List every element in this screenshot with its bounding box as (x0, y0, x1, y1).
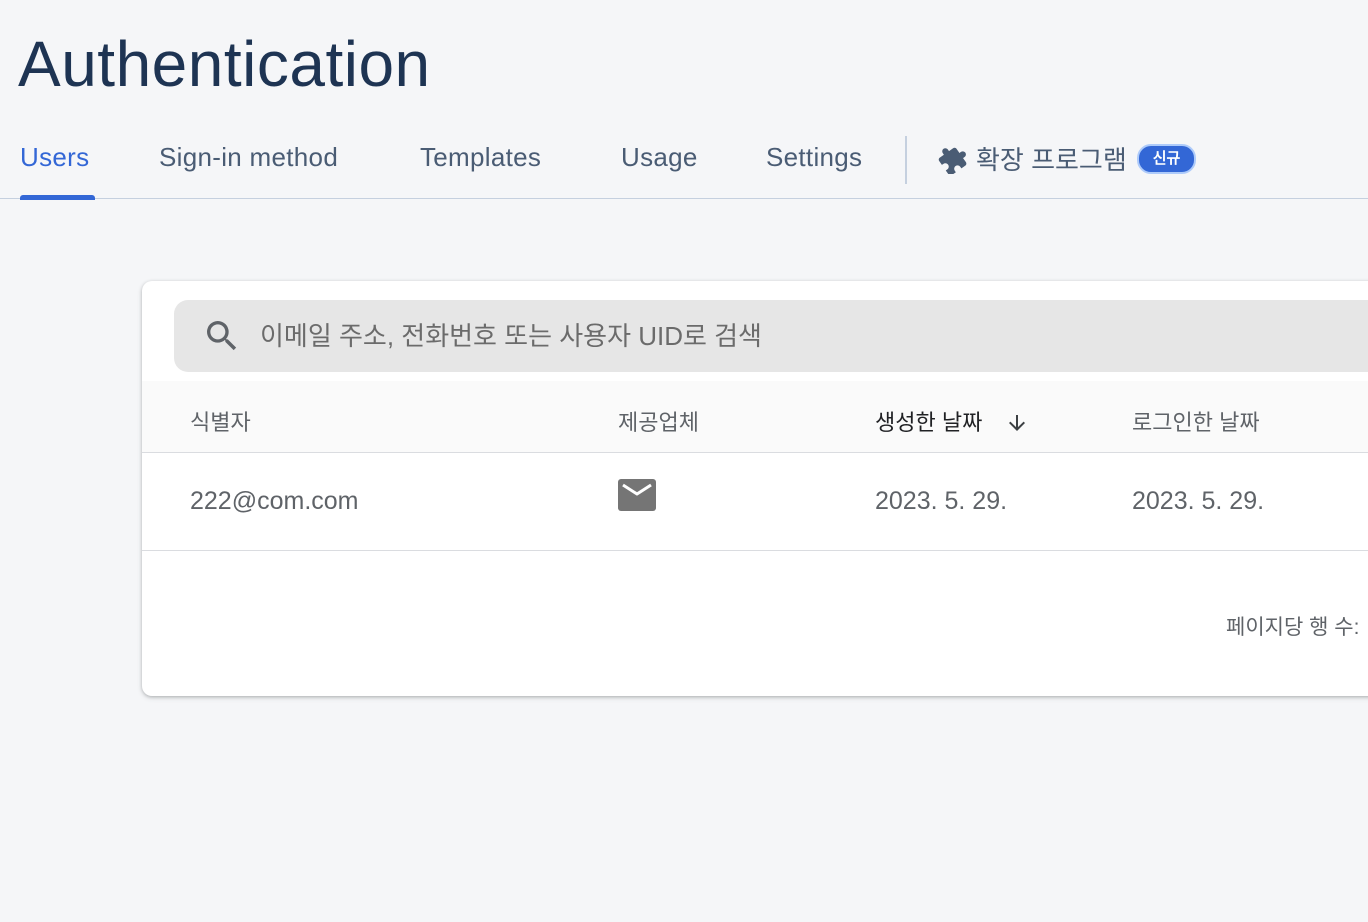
search-bar[interactable] (174, 300, 1368, 372)
column-header-created-label: 생성한 날짜 (875, 410, 983, 435)
tab-sign-in-method[interactable]: Sign-in method (159, 142, 338, 173)
table-row[interactable]: 222@com.com 2023. 5. 29. 2023. 5. 29. (142, 453, 1368, 551)
email-icon (618, 479, 656, 511)
tab-usage[interactable]: Usage (621, 142, 698, 173)
tab-templates[interactable]: Templates (420, 142, 541, 173)
cell-created: 2023. 5. 29. (875, 487, 1008, 515)
column-header-identifier[interactable]: 식별자 (190, 405, 251, 437)
cell-identifier: 222@com.com (190, 487, 359, 515)
cell-signed-in: 2023. 5. 29. (1132, 487, 1265, 515)
search-icon (207, 321, 237, 351)
arrow-down-icon[interactable] (1005, 411, 1029, 435)
new-badge: 신규 (1136, 143, 1197, 174)
tab-users[interactable]: Users (20, 142, 89, 173)
table-header: 식별자 제공업체 생성한 날짜 로그인한 날짜 (142, 381, 1368, 453)
page-title: Authentication (18, 28, 431, 100)
rows-per-page-label: 페이지당 행 수: (1226, 616, 1360, 639)
search-input[interactable] (260, 300, 1360, 372)
tab-settings[interactable]: Settings (766, 142, 862, 173)
tab-divider (905, 136, 907, 184)
active-tab-indicator (20, 195, 95, 200)
puzzle-icon (938, 147, 967, 174)
column-header-provider[interactable]: 제공업체 (618, 405, 699, 437)
column-header-created[interactable]: 생성한 날짜 (875, 405, 1025, 437)
tab-extensions[interactable]: 확장 프로그램 신규 (938, 140, 1197, 177)
extensions-label: 확장 프로그램 (976, 145, 1127, 175)
column-header-signed-in[interactable]: 로그인한 날짜 (1132, 405, 1260, 437)
tab-bar: Users Sign-in method Templates Usage Set… (0, 120, 1368, 200)
users-card: 식별자 제공업체 생성한 날짜 로그인한 날짜 222@com.com 2023… (142, 281, 1368, 696)
